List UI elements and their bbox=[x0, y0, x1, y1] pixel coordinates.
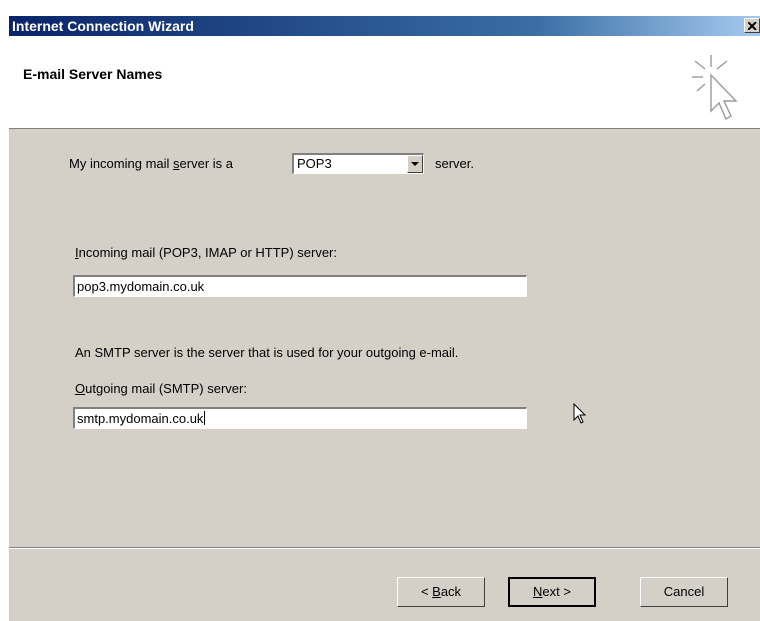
incoming-server-label: Incoming mail (POP3, IMAP or HTTP) serve… bbox=[75, 245, 337, 260]
wizard-window: Internet Connection Wizard E-mail Server… bbox=[9, 16, 760, 621]
incoming-server-type-select[interactable]: POP3 bbox=[292, 153, 424, 174]
smtp-info-text: An SMTP server is the server that is use… bbox=[75, 345, 459, 360]
outgoing-server-label: Outgoing mail (SMTP) server: bbox=[75, 381, 247, 396]
server-suffix-label: server. bbox=[435, 156, 475, 171]
outgoing-server-input[interactable]: smtp.mydomain.co.uk bbox=[73, 407, 527, 429]
incoming-server-input[interactable]: pop3.mydomain.co.uk bbox=[73, 275, 527, 297]
back-button[interactable]: < Back bbox=[397, 577, 485, 607]
title-bar: Internet Connection Wizard bbox=[9, 16, 760, 36]
select-value: POP3 bbox=[297, 156, 332, 171]
close-button[interactable] bbox=[744, 18, 760, 33]
cancel-button[interactable]: Cancel bbox=[640, 577, 728, 607]
page-title: E-mail Server Names bbox=[23, 66, 163, 82]
incoming-type-label: My incoming mail server is a bbox=[69, 156, 233, 171]
mouse-pointer-icon bbox=[573, 403, 587, 424]
footer-divider-highlight bbox=[9, 548, 760, 549]
chevron-down-icon bbox=[411, 162, 419, 166]
close-icon bbox=[748, 22, 757, 30]
text-caret bbox=[204, 411, 206, 425]
wizard-header: E-mail Server Names bbox=[9, 36, 760, 129]
next-button[interactable]: Next > bbox=[508, 577, 596, 607]
window-title: Internet Connection Wizard bbox=[12, 18, 194, 34]
dropdown-button[interactable] bbox=[407, 155, 423, 173]
wizard-cursor-icon bbox=[692, 55, 738, 121]
